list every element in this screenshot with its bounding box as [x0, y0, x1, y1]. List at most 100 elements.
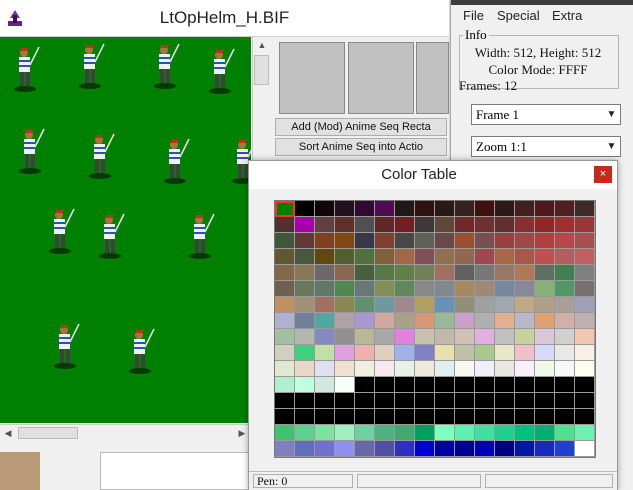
color-swatch[interactable]: [395, 425, 415, 441]
main-titlebar[interactable]: LtOpHelm_H.BIF: [0, 0, 449, 37]
color-swatch[interactable]: [375, 425, 395, 441]
color-swatch[interactable]: [435, 217, 455, 233]
color-swatch[interactable]: [435, 361, 455, 377]
color-swatch[interactable]: [475, 249, 495, 265]
vertical-scroll-thumb[interactable]: [254, 55, 269, 85]
color-swatch[interactable]: [415, 201, 435, 217]
color-swatch[interactable]: [455, 297, 475, 313]
color-swatch[interactable]: [375, 233, 395, 249]
color-swatch[interactable]: [575, 441, 595, 457]
color-swatch[interactable]: [555, 313, 575, 329]
color-swatch[interactable]: [535, 329, 555, 345]
color-swatch[interactable]: [315, 233, 335, 249]
color-swatch[interactable]: [335, 281, 355, 297]
color-swatch[interactable]: [535, 393, 555, 409]
color-swatch[interactable]: [355, 441, 375, 457]
color-swatch[interactable]: [335, 297, 355, 313]
color-swatch[interactable]: [355, 313, 375, 329]
frame-thumbnail[interactable]: [348, 42, 414, 114]
color-swatch[interactable]: [455, 393, 475, 409]
chevron-down-icon[interactable]: ▼: [603, 137, 620, 156]
color-swatch[interactable]: [435, 249, 455, 265]
color-swatch[interactable]: [535, 345, 555, 361]
color-swatch[interactable]: [375, 409, 395, 425]
color-swatch[interactable]: [275, 361, 295, 377]
color-swatch[interactable]: [555, 345, 575, 361]
color-swatch[interactable]: [395, 409, 415, 425]
color-swatch[interactable]: [435, 265, 455, 281]
color-swatch[interactable]: [355, 201, 375, 217]
color-swatch[interactable]: [435, 281, 455, 297]
color-swatch[interactable]: [275, 329, 295, 345]
frame-thumbnail[interactable]: [416, 42, 449, 114]
scroll-up-icon[interactable]: ▲: [254, 37, 270, 53]
horizontal-scroll-thumb[interactable]: [18, 427, 78, 439]
color-swatch[interactable]: [275, 297, 295, 313]
color-swatch[interactable]: [455, 409, 475, 425]
color-swatch[interactable]: [555, 377, 575, 393]
color-swatch[interactable]: [375, 217, 395, 233]
color-swatch[interactable]: [575, 393, 595, 409]
color-swatch[interactable]: [315, 313, 335, 329]
color-swatch[interactable]: [315, 201, 335, 217]
color-swatch[interactable]: [375, 297, 395, 313]
color-swatch[interactable]: [435, 201, 455, 217]
color-swatch[interactable]: [495, 281, 515, 297]
color-swatch[interactable]: [375, 361, 395, 377]
color-swatch[interactable]: [415, 265, 435, 281]
color-palette-grid[interactable]: [274, 200, 596, 458]
color-swatch[interactable]: [335, 233, 355, 249]
color-swatch[interactable]: [515, 297, 535, 313]
color-swatch[interactable]: [315, 265, 335, 281]
color-swatch[interactable]: [535, 201, 555, 217]
frame-select[interactable]: Frame 1 ▼: [471, 104, 621, 125]
color-swatch[interactable]: [435, 329, 455, 345]
color-swatch[interactable]: [315, 217, 335, 233]
color-swatch[interactable]: [495, 297, 515, 313]
color-swatch[interactable]: [355, 393, 375, 409]
color-swatch[interactable]: [435, 313, 455, 329]
color-swatch[interactable]: [275, 281, 295, 297]
add-anime-seq-button[interactable]: Add (Mod) Anime Seq Recta: [275, 118, 447, 136]
color-swatch[interactable]: [295, 281, 315, 297]
color-swatch[interactable]: [275, 377, 295, 393]
color-swatch[interactable]: [415, 425, 435, 441]
color-swatch[interactable]: [455, 281, 475, 297]
color-swatch[interactable]: [575, 249, 595, 265]
color-swatch[interactable]: [575, 409, 595, 425]
color-swatch[interactable]: [375, 249, 395, 265]
color-swatch[interactable]: [535, 441, 555, 457]
color-swatch[interactable]: [315, 345, 335, 361]
color-swatch[interactable]: [495, 249, 515, 265]
color-swatch[interactable]: [535, 297, 555, 313]
color-swatch[interactable]: [275, 345, 295, 361]
color-swatch[interactable]: [315, 377, 335, 393]
color-swatch[interactable]: [355, 345, 375, 361]
color-swatch[interactable]: [455, 441, 475, 457]
color-swatch[interactable]: [575, 425, 595, 441]
color-swatch[interactable]: [335, 265, 355, 281]
color-swatch[interactable]: [435, 409, 455, 425]
color-swatch[interactable]: [395, 233, 415, 249]
color-swatch[interactable]: [295, 409, 315, 425]
color-swatch[interactable]: [515, 377, 535, 393]
color-swatch[interactable]: [315, 281, 335, 297]
color-swatch[interactable]: [555, 393, 575, 409]
color-swatch[interactable]: [415, 345, 435, 361]
color-swatch[interactable]: [515, 329, 535, 345]
color-swatch[interactable]: [475, 217, 495, 233]
color-swatch[interactable]: [395, 217, 415, 233]
color-swatch[interactable]: [395, 313, 415, 329]
color-swatch[interactable]: [315, 361, 335, 377]
color-swatch[interactable]: [315, 393, 335, 409]
color-swatch[interactable]: [555, 281, 575, 297]
color-swatch[interactable]: [435, 297, 455, 313]
color-swatch[interactable]: [555, 217, 575, 233]
color-swatch[interactable]: [415, 281, 435, 297]
color-swatch[interactable]: [355, 297, 375, 313]
color-swatch[interactable]: [335, 329, 355, 345]
color-swatch[interactable]: [515, 425, 535, 441]
color-swatch[interactable]: [515, 409, 535, 425]
color-swatch[interactable]: [335, 393, 355, 409]
sprite-preview-canvas[interactable]: [0, 37, 251, 423]
